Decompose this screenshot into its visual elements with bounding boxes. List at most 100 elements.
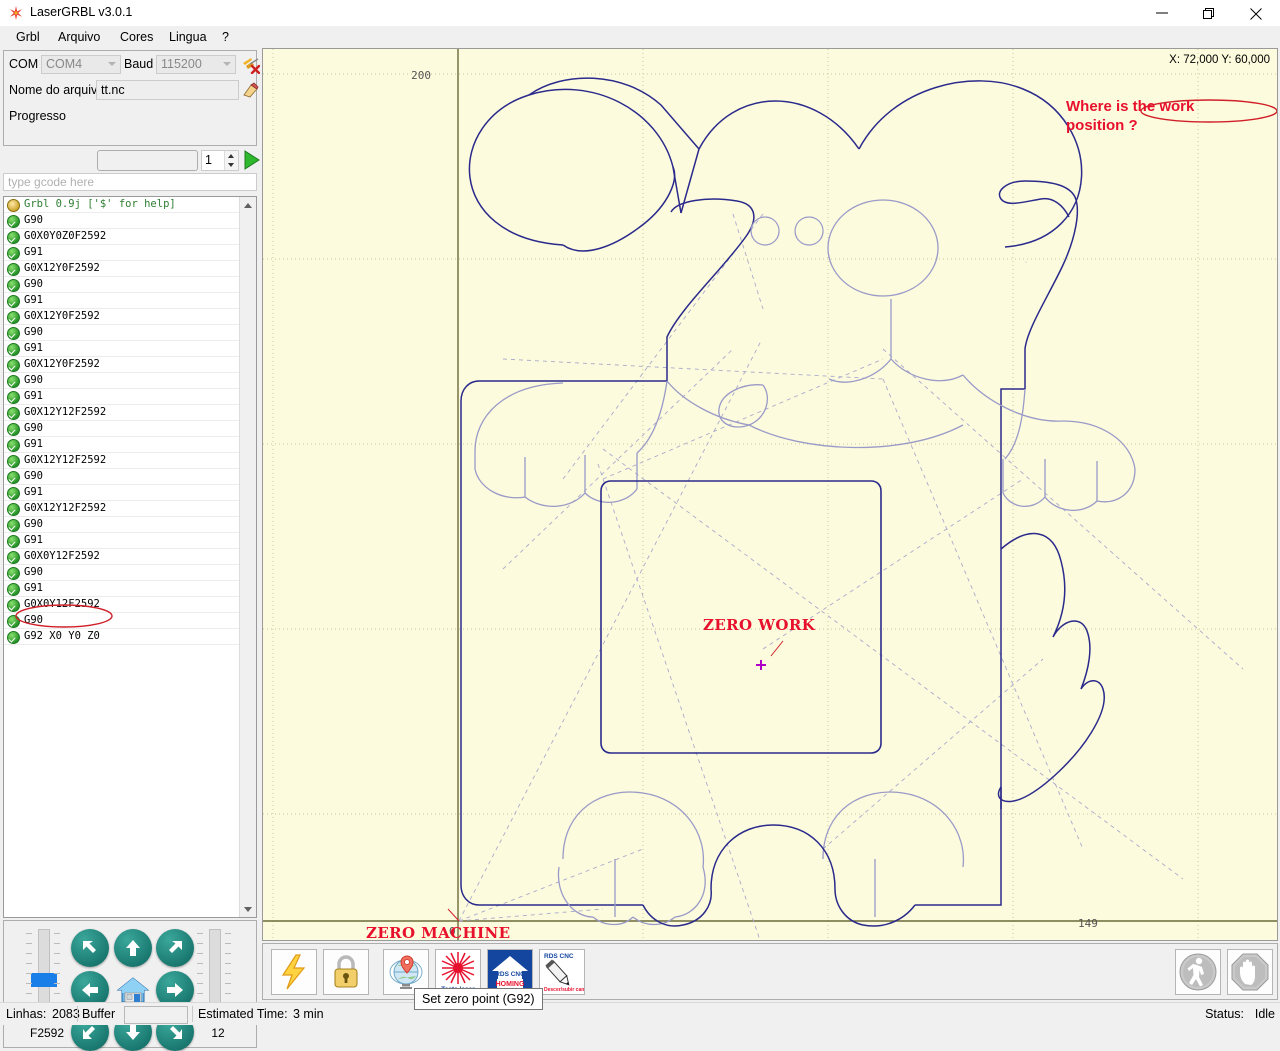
minimize-icon	[1156, 8, 1170, 18]
menu-item-grbl[interactable]: Grbl	[10, 29, 46, 45]
lightning-bolt-icon	[277, 953, 311, 991]
console-line-row[interactable]: G91	[4, 245, 242, 261]
minimize-button[interactable]	[1140, 0, 1186, 26]
preview-drawing: 0 149 200	[263, 49, 1277, 940]
stop-program-button[interactable]	[1227, 949, 1273, 995]
console-line-row[interactable]: G90	[4, 213, 242, 229]
estimated-time-value: 3 min	[293, 1007, 324, 1021]
unlock-alarm-button[interactable]	[271, 949, 317, 995]
maximize-icon	[1203, 8, 1217, 20]
scroll-down-button[interactable]	[240, 901, 256, 917]
jog-up-left-button[interactable]	[71, 929, 109, 967]
status-value: Idle	[1255, 1007, 1275, 1021]
stepper-buttons[interactable]	[224, 151, 238, 170]
console-line-row[interactable]: G0X0Y12F2592	[4, 597, 242, 613]
menu-item-cores[interactable]: Cores	[114, 29, 159, 45]
console-line-row[interactable]: G0X12Y12F2592	[4, 501, 242, 517]
console-line-text: G90	[24, 214, 43, 226]
walking-person-icon	[1178, 952, 1218, 992]
grbl-status-icon	[7, 199, 20, 212]
chevron-up-icon	[244, 203, 252, 208]
buffer-gauge	[124, 1006, 188, 1024]
console-list[interactable]: Grbl 0.9j ['$' for help]G90G0X0Y0Z0F2592…	[4, 197, 242, 917]
console-line-text: G0X0Y0Z0F2592	[24, 230, 106, 242]
console-line-row[interactable]: G90	[4, 469, 242, 485]
check-ok-icon	[7, 311, 20, 324]
check-ok-icon	[7, 455, 20, 468]
com-port-select[interactable]: COM4	[41, 55, 121, 74]
console-header-row[interactable]: Grbl 0.9j ['$' for help]	[4, 197, 242, 213]
estimated-time-label: Estimated Time:	[198, 1007, 288, 1021]
console-line-row[interactable]: G90	[4, 613, 242, 629]
x-axis-label: 149	[1078, 917, 1098, 930]
menu-item-arquivo[interactable]: Arquivo	[52, 29, 106, 45]
title-bar: LaserGRBL v3.0.1	[0, 0, 1280, 26]
console-line-row[interactable]: G0X0Y12F2592	[4, 549, 242, 565]
scroll-up-button[interactable]	[240, 197, 256, 213]
console-line-row[interactable]: G0X12Y12F2592	[4, 405, 242, 421]
console-line-text: G0X12Y12F2592	[24, 406, 106, 418]
arrow-left-icon	[79, 979, 101, 1001]
console-line-row[interactable]: G91	[4, 485, 242, 501]
y-axis-label: 200	[411, 69, 431, 82]
console-line-row[interactable]: G91	[4, 581, 242, 597]
filename-field[interactable]: tt.nc	[96, 80, 239, 100]
console-line-row[interactable]: G91	[4, 293, 242, 309]
check-ok-icon	[7, 327, 20, 340]
menu-item-lingua[interactable]: Lingua	[163, 29, 213, 45]
check-ok-icon	[7, 487, 20, 500]
gcode-input[interactable]: type gcode here	[3, 173, 257, 191]
coordinate-readout: X: 72,000 Y: 60,000	[1164, 53, 1275, 67]
svg-text:RDS CNC: RDS CNC	[544, 953, 574, 960]
pen-updown-button[interactable]: RDS CNC Descer/subir caneta	[539, 949, 585, 995]
console-line-row[interactable]: G92 X0 Y0 Z0	[4, 629, 242, 645]
console-line-row[interactable]: G91	[4, 437, 242, 453]
maximize-button[interactable]	[1187, 0, 1233, 26]
close-button[interactable]	[1234, 0, 1280, 26]
console-line-row[interactable]: G0X0Y0Z0F2592	[4, 229, 242, 245]
connect-plug-icon[interactable]	[240, 54, 260, 77]
jog-up-right-button[interactable]	[156, 929, 194, 967]
feed-slider-thumb[interactable]	[31, 973, 57, 987]
console-line-row[interactable]: G90	[4, 421, 242, 437]
console-line-text: G91	[24, 390, 43, 402]
eraser-icon[interactable]	[242, 81, 260, 102]
console-line-row[interactable]: G0X12Y0F2592	[4, 309, 242, 325]
console-line-row[interactable]: G91	[4, 389, 242, 405]
console-line-row[interactable]: G91	[4, 533, 242, 549]
lasergrbl-logo-icon	[8, 5, 24, 21]
console-line-row[interactable]: G90	[4, 373, 242, 389]
console-line-row[interactable]: G90	[4, 277, 242, 293]
check-ok-icon	[7, 615, 20, 628]
check-ok-icon	[7, 215, 20, 228]
stop-hand-icon	[1230, 952, 1270, 992]
console-line-row[interactable]: G90	[4, 325, 242, 341]
console-scrollbar[interactable]	[239, 197, 256, 917]
check-ok-icon	[7, 407, 20, 420]
lines-value: 2083	[52, 1007, 80, 1021]
console-line-row[interactable]: G0X12Y0F2592	[4, 357, 242, 373]
console-line-text: G92 X0 Y0 Z0	[24, 630, 100, 642]
console-line-row[interactable]: G90	[4, 517, 242, 533]
progress-label: Progresso	[9, 109, 66, 123]
console-line-row[interactable]: G0X12Y0F2592	[4, 261, 242, 277]
console-panel[interactable]: Grbl 0.9j ['$' for help]G90G0X0Y0Z0F2592…	[3, 196, 257, 918]
lock-button[interactable]	[323, 949, 369, 995]
console-line-text: G91	[24, 246, 43, 258]
console-line-row[interactable]: G0X12Y12F2592	[4, 453, 242, 469]
console-line-row[interactable]: G90	[4, 565, 242, 581]
check-ok-icon	[7, 263, 20, 276]
dog-outline-icon	[461, 78, 1104, 905]
console-line-text: G91	[24, 438, 43, 450]
globe-pin-icon	[388, 953, 424, 991]
console-line-row[interactable]: G91	[4, 341, 242, 357]
baud-rate-select[interactable]: 115200	[156, 55, 236, 74]
repeat-count-stepper[interactable]: 1	[201, 150, 239, 171]
travel-moves	[459, 214, 1243, 940]
menu-item-help[interactable]: ?	[216, 29, 235, 45]
preview-canvas[interactable]: 0 149 200 X: 72,000 Y: 60,000 Where is t…	[262, 48, 1278, 941]
play-icon[interactable]	[243, 150, 261, 173]
chevron-down-icon	[223, 62, 231, 66]
jog-up-button[interactable]	[114, 929, 152, 967]
run-program-button[interactable]	[1175, 949, 1221, 995]
